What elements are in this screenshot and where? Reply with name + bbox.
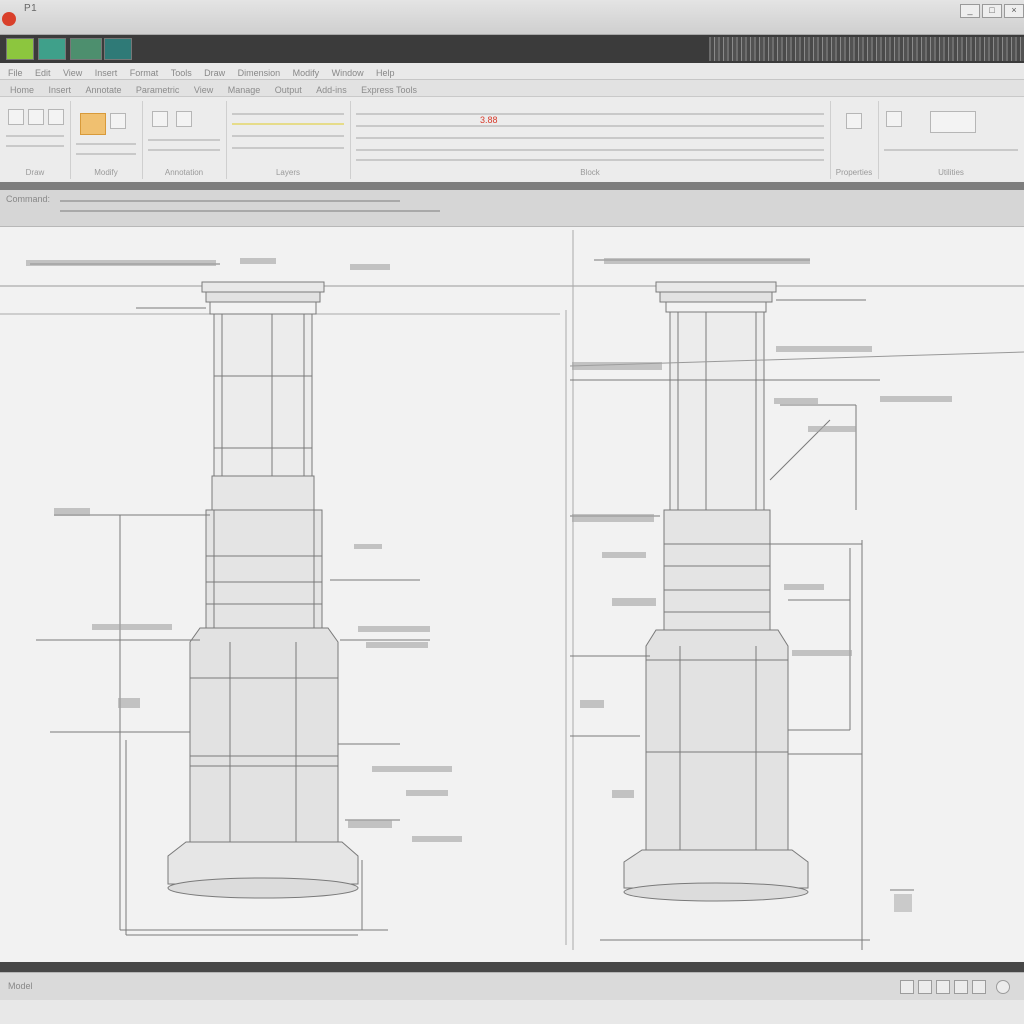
- ribbon-group-modify: Modify: [70, 101, 143, 179]
- file-tab-strip: [0, 182, 1024, 190]
- file-tabs-bar: [0, 35, 1024, 63]
- group-label: Layers: [275, 168, 300, 177]
- ribbon-group-utilities: Utilities: [878, 101, 1024, 179]
- column-elevation-left: [30, 263, 430, 936]
- ribbon-group-annotation: Annotation: [142, 101, 227, 179]
- menu-window[interactable]: Window: [332, 65, 364, 81]
- menu-insert[interactable]: Insert: [95, 65, 118, 81]
- group-label: Modify: [94, 168, 118, 177]
- menu-help[interactable]: Help: [376, 65, 395, 81]
- file-thumbnail[interactable]: [38, 38, 66, 60]
- command-prompt: Command:: [6, 194, 51, 204]
- grid-toggle-icon[interactable]: [918, 980, 932, 994]
- file-thumbnail[interactable]: [104, 38, 132, 60]
- file-thumbnail[interactable]: [70, 38, 102, 60]
- status-text: Model: [8, 981, 33, 991]
- drawing-canvas[interactable]: [0, 227, 1024, 962]
- menu-edit[interactable]: Edit: [35, 65, 51, 81]
- window-title: P1: [24, 3, 38, 14]
- app-logo-icon[interactable]: [2, 12, 16, 26]
- file-thumbnail[interactable]: [6, 38, 34, 60]
- menu-draw[interactable]: Draw: [204, 65, 225, 81]
- menu-modify[interactable]: Modify: [293, 65, 320, 81]
- menu-dimension[interactable]: Dimension: [238, 65, 281, 81]
- cad-drawing: [0, 230, 1024, 950]
- group-label: Draw: [25, 168, 45, 177]
- status-bar: Model: [0, 972, 1024, 1001]
- ribbon-panel: Draw Modify Annotation Layers 3.88 Block…: [0, 96, 1024, 184]
- menu-tools[interactable]: Tools: [171, 65, 192, 81]
- close-button[interactable]: ×: [1004, 4, 1024, 18]
- red-value-text: 3.88: [480, 115, 498, 125]
- dimension-tool-icon[interactable]: [176, 111, 192, 127]
- ribbon-tabs: Home Insert Annotate Parametric View Man…: [0, 80, 1024, 96]
- ribbon-group-properties: Properties: [830, 101, 879, 179]
- group-label: Annotation: [164, 168, 204, 177]
- maximize-button[interactable]: □: [982, 4, 1002, 18]
- polyline-tool-icon[interactable]: [28, 109, 44, 125]
- menu-file[interactable]: File: [8, 65, 23, 81]
- toolbar-icons: [709, 37, 1024, 61]
- group-label: Utilities: [938, 168, 964, 177]
- minimize-button[interactable]: _: [960, 4, 980, 18]
- group-label: Block: [580, 168, 600, 177]
- menu-bar: File Edit View Insert Format Tools Draw …: [0, 63, 1024, 80]
- footer: [0, 1000, 1024, 1024]
- text-tool-icon[interactable]: [152, 111, 168, 127]
- annotation-marks: [26, 258, 952, 912]
- layout-tabs-bar: [0, 962, 1024, 972]
- line-tool-icon[interactable]: [8, 109, 24, 125]
- polar-toggle-icon[interactable]: [954, 980, 968, 994]
- clipboard-icon[interactable]: [930, 111, 976, 133]
- settings-icon[interactable]: [996, 980, 1010, 994]
- properties-icon[interactable]: [846, 113, 862, 129]
- copy-tool-icon[interactable]: [110, 113, 126, 129]
- move-tool-icon[interactable]: [80, 113, 106, 135]
- menu-format[interactable]: Format: [130, 65, 159, 81]
- ribbon-group-block: 3.88 Block: [350, 101, 831, 179]
- group-label: Properties: [835, 168, 873, 177]
- ortho-toggle-icon[interactable]: [936, 980, 950, 994]
- title-bar: P1 _ □ ×: [0, 0, 1024, 35]
- ribbon-group-draw: Draw: [0, 101, 71, 179]
- command-strip: Command:: [0, 190, 1024, 227]
- snap-toggle-icon[interactable]: [900, 980, 914, 994]
- circle-tool-icon[interactable]: [48, 109, 64, 125]
- osnap-toggle-icon[interactable]: [972, 980, 986, 994]
- ribbon-group-layers: Layers: [226, 101, 351, 179]
- measure-icon[interactable]: [886, 111, 902, 127]
- menu-view[interactable]: View: [63, 65, 82, 81]
